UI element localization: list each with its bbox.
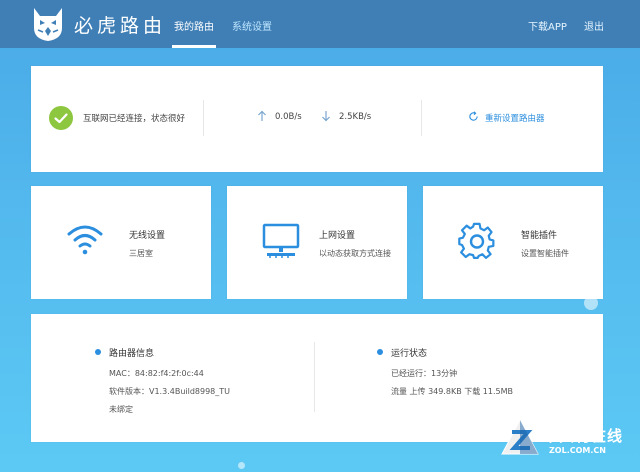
wireless-settings-tile[interactable]: 无线设置 三居室 xyxy=(31,186,211,299)
tile-title: 智能插件 xyxy=(521,231,558,241)
zol-watermark-logo-icon xyxy=(501,418,539,455)
smart-plugins-tile[interactable]: 智能插件 设置智能插件 xyxy=(423,186,603,299)
tab-my-router[interactable]: 我的路由 xyxy=(174,18,214,33)
check-icon xyxy=(49,106,73,130)
firmware-version: 软件版本：V1.3.4Build8998_TU xyxy=(109,387,231,396)
download-app-link[interactable]: 下载APP xyxy=(528,18,567,33)
router-info-title: 路由器信息 xyxy=(109,349,155,359)
brand-name: 必虎路由 xyxy=(74,15,167,37)
uptime: 已经运行：13分钟 xyxy=(391,369,458,378)
monitor-icon xyxy=(262,223,300,258)
gear-icon xyxy=(458,222,495,259)
tile-title: 无线设置 xyxy=(129,231,166,241)
tile-title: 上网设置 xyxy=(319,231,356,241)
logout-link[interactable]: 退出 xyxy=(584,18,604,33)
binding-status: 未绑定 xyxy=(109,405,133,414)
download-arrow-icon xyxy=(322,111,330,122)
download-speed: 2.5KB/s xyxy=(339,112,372,122)
watermark-text: 中关村在线 xyxy=(543,427,624,445)
watermark-domain: ZOL.COM.CN xyxy=(549,446,606,455)
upload-arrow-icon xyxy=(258,110,266,121)
divider xyxy=(203,100,204,136)
refresh-icon[interactable] xyxy=(468,111,479,122)
mac-address: MAC：84:82:f4:2f:0c:44 xyxy=(109,369,204,378)
divider xyxy=(421,100,422,136)
tab-system-settings[interactable]: 系统设置 xyxy=(232,18,272,33)
bullet-icon xyxy=(377,349,383,355)
internet-settings-tile[interactable]: 上网设置 以动态获取方式连接 xyxy=(227,186,407,299)
tile-subtitle: 三居室 xyxy=(129,249,153,258)
connection-status-card: 互联网已经连接，状态很好 0.0B/s 2.5KB/s 重新设置路由器 xyxy=(31,66,603,172)
tile-subtitle: 设置智能插件 xyxy=(521,249,569,258)
bullet-icon xyxy=(95,349,101,355)
wifi-icon xyxy=(67,225,103,255)
active-tab-indicator xyxy=(172,45,216,48)
tiger-logo-icon xyxy=(34,8,62,41)
decorative-bubble xyxy=(238,462,245,469)
top-bar: 必虎路由 我的路由 系统设置 下载APP 退出 xyxy=(0,0,640,48)
connection-status-text: 互联网已经连接，状态很好 xyxy=(83,114,186,124)
upload-speed: 0.0B/s xyxy=(275,112,302,122)
decorative-bubble xyxy=(584,296,598,310)
run-status-title: 运行状态 xyxy=(391,349,428,359)
reset-router-link[interactable]: 重新设置路由器 xyxy=(485,112,545,124)
tile-subtitle: 以动态获取方式连接 xyxy=(319,249,391,258)
divider xyxy=(314,342,315,412)
traffic-stats: 流量 上传 349.8KB 下载 11.5MB xyxy=(391,387,514,396)
